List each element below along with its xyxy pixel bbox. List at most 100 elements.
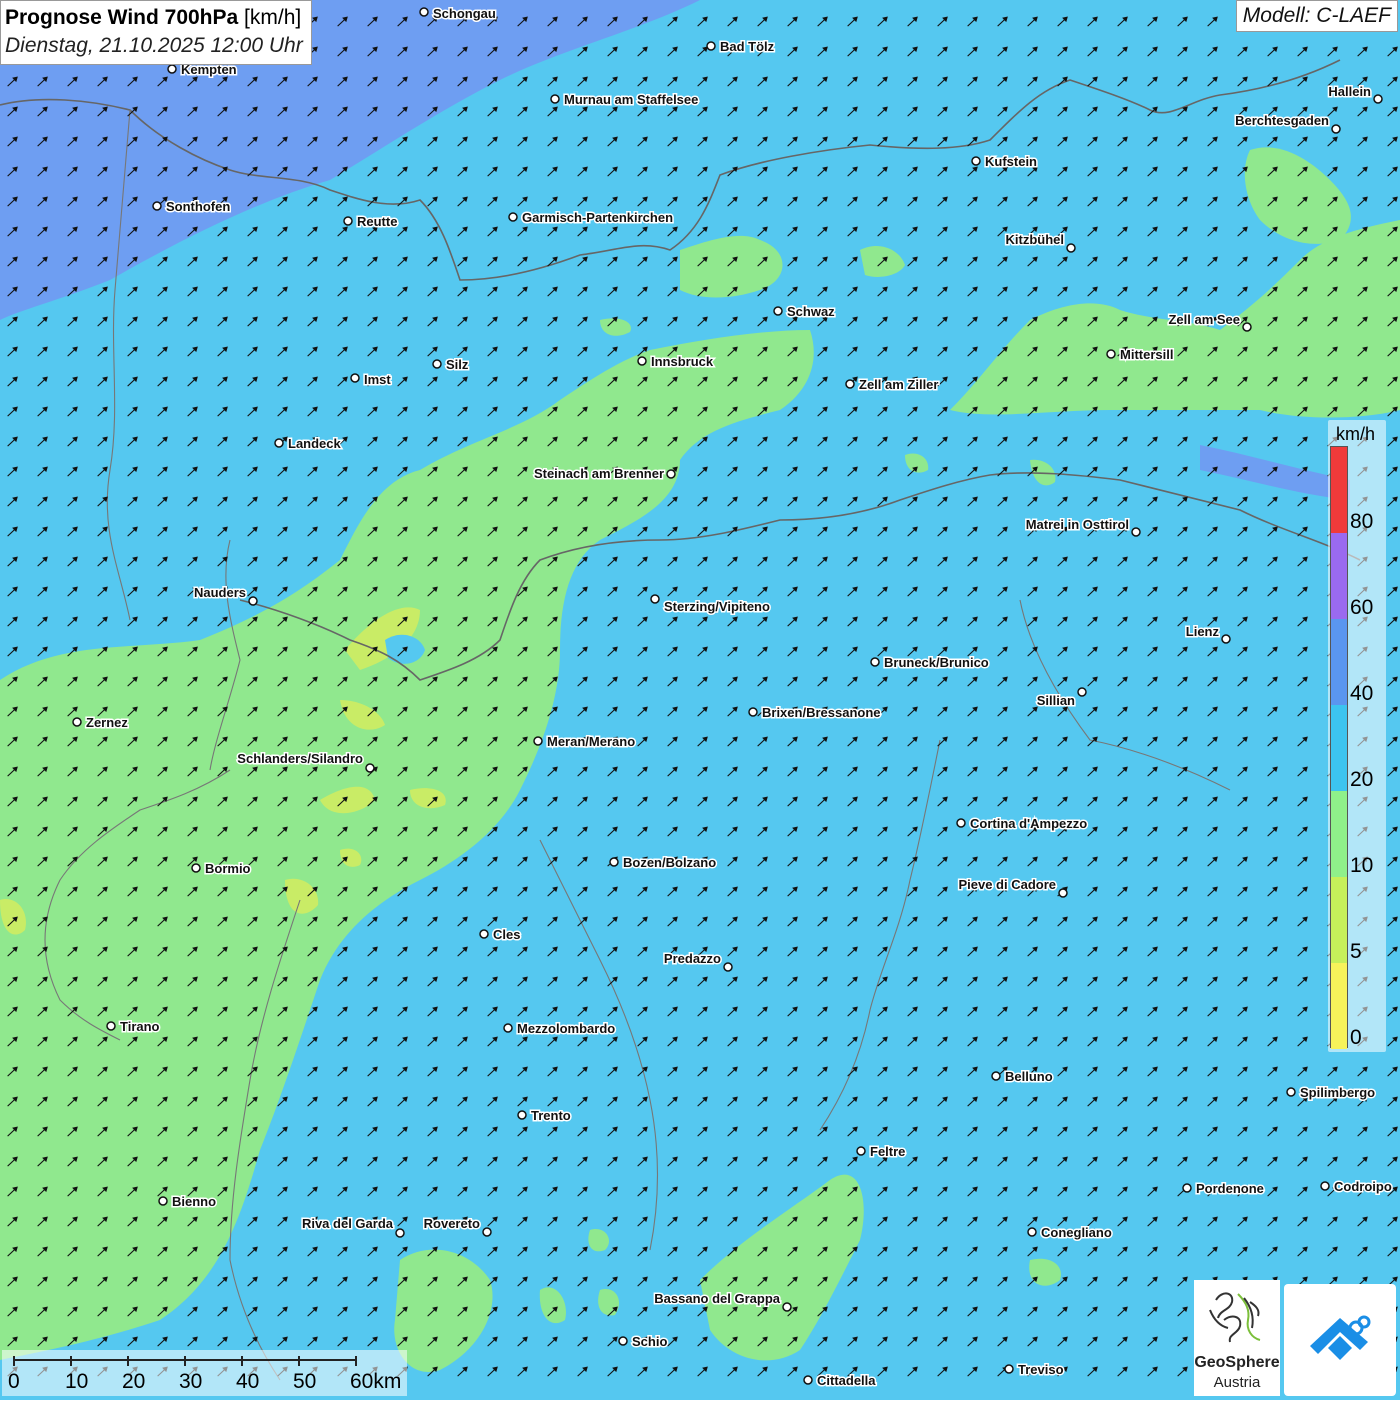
weather-arrow-icon (1310, 1315, 1371, 1360)
city-label: Zernez (86, 715, 128, 730)
city-label: Lienz (1186, 624, 1220, 639)
city-dot-icon (1058, 888, 1068, 898)
city-label: Sillian (1037, 693, 1075, 708)
city-label: Murnau am Staffelsee (564, 92, 698, 107)
city-dot-icon (618, 1336, 628, 1346)
legend-color-step (1331, 963, 1347, 1049)
city-dot-icon (782, 1302, 792, 1312)
city-marker: Cortina d'Ampezzo (956, 815, 1089, 833)
city-label: Matrei in Osttirol (1026, 517, 1129, 532)
city-dot-icon (1286, 1087, 1296, 1097)
city-dot-icon (1221, 634, 1231, 644)
city-dot-icon (1004, 1364, 1014, 1374)
city-label: Meran/Merano (547, 734, 635, 749)
city-dot-icon (419, 7, 429, 17)
city-dot-icon (706, 41, 716, 51)
city-marker: Bruneck/Brunico (870, 654, 990, 672)
city-marker: Meran/Merano (533, 733, 637, 751)
geosphere-emblem-icon (1209, 1292, 1261, 1343)
city-label: Innsbruck (651, 354, 714, 369)
city-marker: Zell am Ziller (845, 376, 940, 394)
city-dot-icon (1242, 322, 1252, 332)
map-title: Prognose Wind 700hPa [km/h] (5, 4, 303, 32)
city-dot-icon (350, 373, 360, 383)
city-label: Sonthofen (166, 199, 230, 214)
city-marker: Conegliano (1027, 1224, 1113, 1242)
city-label: Feltre (870, 1144, 905, 1159)
city-label: Riva del Garda (302, 1216, 394, 1231)
weather-app-logo (1284, 1284, 1396, 1396)
city-dot-icon (1106, 349, 1116, 359)
city-label: Schongau (433, 6, 496, 21)
scale-label: 20 (122, 1370, 146, 1393)
city-label: Kitzbühel (1006, 232, 1065, 247)
city-label: Bienno (172, 1194, 216, 1209)
city-marker: Spilimbergo (1286, 1084, 1377, 1102)
city-dot-icon (748, 707, 758, 717)
map-title-unit: [km/h] (244, 6, 302, 29)
city-label: Predazzo (664, 951, 721, 966)
geosphere-country: Austria (1213, 1374, 1261, 1391)
city-marker: Garmisch-Partenkirchen (508, 209, 675, 227)
city-dot-icon (803, 1375, 813, 1385)
city-label: Treviso (1018, 1362, 1064, 1377)
city-marker: Murnau am Staffelsee (550, 91, 700, 109)
city-label: Bad Tölz (720, 39, 775, 54)
city-dot-icon (274, 438, 284, 448)
city-dot-icon (72, 717, 82, 727)
city-label: Bruneck/Brunico (884, 655, 989, 670)
model-label: Modell: C-LAEF (1235, 0, 1398, 32)
city-dot-icon (1066, 243, 1076, 253)
city-dot-icon (723, 962, 733, 972)
city-label: Belluno (1005, 1069, 1053, 1084)
city-label: Kufstein (985, 154, 1037, 169)
wind-map: SchongauBad TölzKemptenMurnau am Staffel… (0, 0, 1400, 1400)
city-dot-icon (508, 212, 518, 222)
map-title-main: Prognose Wind 700hPa (5, 6, 239, 29)
city-label: Zell am See (1168, 312, 1240, 327)
city-dot-icon (503, 1023, 513, 1033)
city-label: Bormio (205, 861, 251, 876)
legend-tick-label: 5 (1350, 940, 1362, 963)
scale-label: 30 (179, 1370, 203, 1393)
scale-bar: 0 10 20 30 40 50 60km (2, 1350, 407, 1396)
city-dot-icon (482, 1227, 492, 1237)
legend-color-step (1331, 533, 1347, 619)
city-dot-icon (650, 594, 660, 604)
city-label: Imst (364, 372, 391, 387)
city-label: Schwaz (787, 304, 835, 319)
city-dot-icon (856, 1146, 866, 1156)
city-label: Brixen/Bressanone (762, 705, 881, 720)
city-dot-icon (533, 736, 543, 746)
city-dot-icon (666, 469, 676, 479)
legend-color-step (1331, 791, 1347, 877)
legend-tick-label: 60 (1350, 596, 1374, 619)
city-dot-icon (152, 201, 162, 211)
city-dot-icon (158, 1196, 168, 1206)
city-label: Landeck (288, 436, 342, 451)
city-dot-icon (1320, 1181, 1330, 1191)
city-dot-icon (1331, 124, 1341, 134)
city-label: Steinach am Brenner (534, 466, 664, 481)
city-label: Tirano (120, 1019, 160, 1034)
legend-tick-label: 10 (1350, 854, 1374, 877)
city-label: Silz (446, 357, 469, 372)
city-marker: Bozen/Bolzano (609, 854, 718, 872)
city-dot-icon (956, 818, 966, 828)
city-label: Reutte (357, 214, 397, 229)
geosphere-name: GeoSphere (1194, 1354, 1280, 1371)
city-dot-icon (106, 1021, 116, 1031)
city-dot-icon (845, 379, 855, 389)
forecast-datetime: Dienstag, 21.10.2025 12:00 Uhr (5, 34, 303, 57)
scale-label: 50 (293, 1370, 317, 1393)
city-dot-icon (395, 1228, 405, 1238)
title-box: Prognose Wind 700hPa [km/h] Dienstag, 21… (0, 0, 312, 65)
scale-label: 40 (236, 1370, 260, 1393)
scale-label: 10 (65, 1370, 89, 1393)
city-label: Berchtesgaden (1235, 113, 1329, 128)
city-marker: Brixen/Bressanone (748, 704, 882, 722)
city-label: Mezzolombardo (517, 1021, 615, 1036)
legend-color-bar (1330, 446, 1348, 1049)
city-label: Schio (632, 1334, 667, 1349)
city-dot-icon (167, 64, 177, 74)
